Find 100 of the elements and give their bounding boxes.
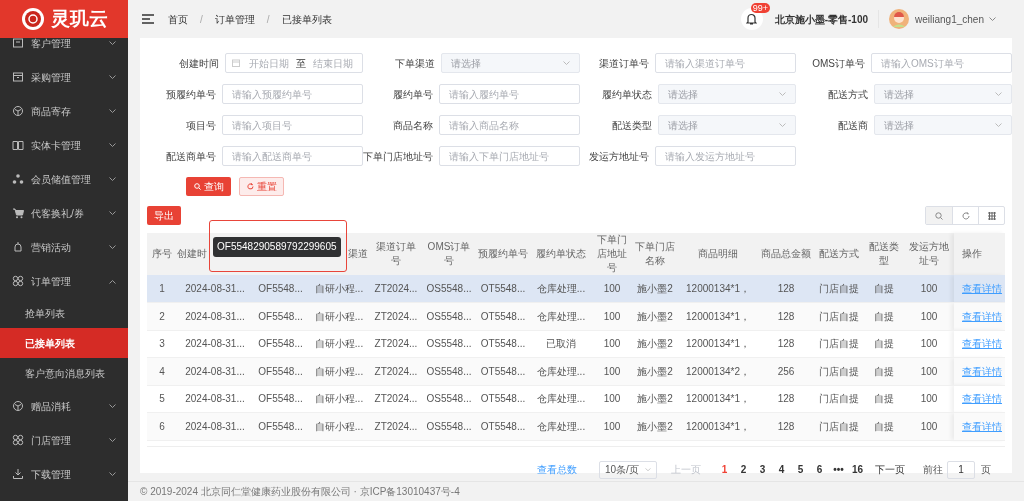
input-field[interactable]: 请输入配送商单号	[222, 146, 364, 166]
avatar-icon[interactable]	[889, 9, 910, 29]
field-label: 履约单状态	[600, 87, 652, 102]
sidebar-subitem[interactable]: 客户意向消息列表	[0, 358, 128, 388]
input-field[interactable]: 请输入商品名称	[438, 115, 580, 135]
table-cell: 100	[920, 365, 938, 377]
table-cell: 自提	[874, 283, 894, 294]
table-cell: 128	[777, 393, 795, 405]
breadcrumb-item[interactable]: 首页	[168, 11, 188, 27]
breadcrumb-item: 已接单列表	[281, 12, 332, 27]
input-field[interactable]: 请输入下单门店地址号	[439, 146, 581, 166]
breadcrumb-separator: /	[266, 12, 270, 27]
table-cell: 100	[603, 310, 621, 322]
sidebar-item[interactable]: 下载管理	[0, 457, 128, 491]
table-cell: 128	[777, 310, 795, 322]
username[interactable]: weiliang1_chen	[915, 11, 984, 27]
date-range-field[interactable]: 开始日期 至 结束日期	[225, 53, 364, 73]
page-button[interactable]: 16	[848, 462, 867, 477]
table-cell: OF5548...	[258, 310, 303, 322]
table-row[interactable]: 4 2024-08-31... OF5548... 自研小程... ZT2024... OS5548... OT5548... 仓库处理... 100 施小墨2 12000134*2， 256 门店自提 自提 100 查看详情	[147, 357, 1005, 385]
sidebar-item[interactable]: 门店管理	[0, 423, 128, 457]
search-toggle-button[interactable]	[926, 207, 952, 224]
sidebar-item[interactable]: 订单管理	[0, 264, 128, 298]
table-cell: 4	[159, 365, 165, 377]
table-cell: 自提	[874, 338, 894, 350]
table-cell: 施小墨2	[637, 365, 673, 377]
table-cell: 2024-08-31...	[185, 420, 245, 432]
table-cell: 门店自提	[819, 393, 859, 405]
table-row[interactable]: 3 2024-08-31... OF5548... 自研小程... ZT2024... OS5548... OT5548... 已取消 100 施小墨2 12000134*1， 128 门店自提 自提 100 查看详情	[147, 330, 1005, 358]
search-button[interactable]: 查询	[186, 177, 231, 196]
export-button[interactable]: 导出	[147, 206, 181, 225]
sidebar-item[interactable]: 实体卡管理	[0, 128, 128, 162]
table-cell: 12000134*1，	[686, 393, 750, 405]
table-cell: 施小墨2	[637, 283, 673, 294]
table-row[interactable]: 1 2024-08-31... OF5548... 自研小程... ZT2024... OS5548... OT5548... 仓库处理... 100 施小墨2 12000134*1， 128 门店自提 自提 100 查看详情	[147, 275, 1005, 303]
table-cell: 128	[777, 420, 795, 432]
sidebar-item[interactable]: 代客换礼/券	[0, 196, 128, 230]
sidebar-item[interactable]: 会员储值管理	[0, 162, 128, 196]
page-button[interactable]: 3	[753, 462, 772, 477]
table-cell: 100	[920, 310, 938, 322]
table-row[interactable]: 5 2024-08-31... OF5548... 自研小程... ZT2024... OS5548... OT5548... 仓库处理... 100 施小墨2 12000134*1， 128 门店自提 自提 100 查看详情	[147, 385, 1005, 413]
page-size-select[interactable]: 10条/页	[599, 460, 657, 479]
table-cell: 自研小程...	[314, 365, 364, 377]
page-button[interactable]: 4	[772, 462, 791, 477]
table-cell: 100	[603, 420, 621, 432]
chevron-down-icon	[995, 122, 1002, 128]
input-field[interactable]: 请输入发运方地址号	[654, 146, 796, 166]
input-field[interactable]: 请输入履约单号	[438, 84, 580, 104]
table-row[interactable]: 2 2024-08-31... OF5548... 自研小程... ZT2024... OS5548... OT5548... 仓库处理... 100 施小墨2 12000134*1， 128 门店自提 自提 100 查看详情	[147, 302, 1005, 330]
folder-icon	[12, 38, 24, 49]
input-field[interactable]: 请输入预履约单号	[222, 84, 364, 104]
table-cell: 施小墨2	[637, 393, 673, 405]
column-header: 操作	[962, 248, 982, 259]
table-cell: 自研小程...	[314, 283, 364, 294]
page-button[interactable]: 5	[791, 462, 810, 477]
input-field[interactable]: 请输入OMS订单号	[871, 53, 1012, 73]
sidebar-item[interactable]: 采购管理	[0, 60, 128, 94]
column-header: 预履约单号	[478, 248, 528, 259]
breadcrumb-item[interactable]: 订单管理	[214, 11, 255, 27]
reset-button[interactable]: 重置	[239, 177, 284, 196]
table-cell: 自研小程...	[314, 393, 364, 405]
page-button[interactable]: •••	[829, 462, 848, 477]
chevron-down-icon[interactable]	[989, 16, 996, 22]
menu-icon[interactable]	[142, 14, 154, 24]
page-button[interactable]: 2	[734, 462, 753, 477]
column-header: 下单门店名称	[635, 241, 675, 266]
page-button[interactable]: 6	[810, 462, 829, 477]
grid-icon	[987, 211, 996, 220]
table-row[interactable]: 6 2024-08-31... OF5548... 自研小程... ZT2024... OS5548... OT5548... 仓库处理... 100 施小墨2 12000134*1， 128 门店自提 自提 100 查看详情	[147, 412, 1005, 440]
table-cell: 2	[159, 310, 165, 322]
input-field[interactable]: 请输入项目号	[222, 115, 364, 135]
page-button[interactable]: 1	[715, 462, 734, 477]
range-separator: 至	[296, 56, 307, 71]
page-number-field[interactable]: 1	[947, 460, 975, 479]
table-cell: OS5548...	[426, 283, 472, 294]
table-cell: ZT2024...	[374, 338, 418, 350]
table-cell: OS5548...	[426, 310, 472, 322]
table-cell: OT5548...	[480, 420, 526, 432]
table-cell: OT5548...	[480, 310, 526, 322]
box-icon	[12, 71, 24, 83]
table-cell: 12000134*1，	[686, 310, 750, 322]
table-cell: 12000134*1，	[686, 338, 750, 350]
people-icon	[12, 173, 24, 185]
table-cell: 仓库处理...	[536, 393, 586, 405]
next-page-button[interactable]: 下一页	[875, 462, 905, 477]
copyright-text: © 2019-2024 北京同仁堂健康药业股份有限公司 · 京ICP备13010437号-4	[140, 485, 460, 499]
sidebar-item[interactable]: 营销活动	[0, 230, 128, 264]
sidebar-item[interactable]: 赠品消耗	[0, 389, 128, 423]
sidebar-subitem[interactable]: 抢单列表	[0, 298, 128, 328]
field-label: 渠道订单号	[597, 56, 649, 71]
table-cell: OT5548...	[480, 338, 526, 350]
sidebar-subitem[interactable]: 已接单列表	[0, 328, 128, 358]
table-cell: 12000134*1，	[686, 420, 750, 432]
input-field[interactable]: 请输入渠道订单号	[654, 53, 796, 73]
sidebar-item[interactable]: 商品寄存	[0, 94, 128, 128]
search-icon	[193, 183, 201, 190]
sidebar-item[interactable]: 客户管理	[0, 38, 128, 60]
table-cell: 128	[777, 338, 795, 350]
chevron-down-icon	[778, 91, 786, 97]
table-cell: 12000134*2，	[686, 365, 750, 377]
